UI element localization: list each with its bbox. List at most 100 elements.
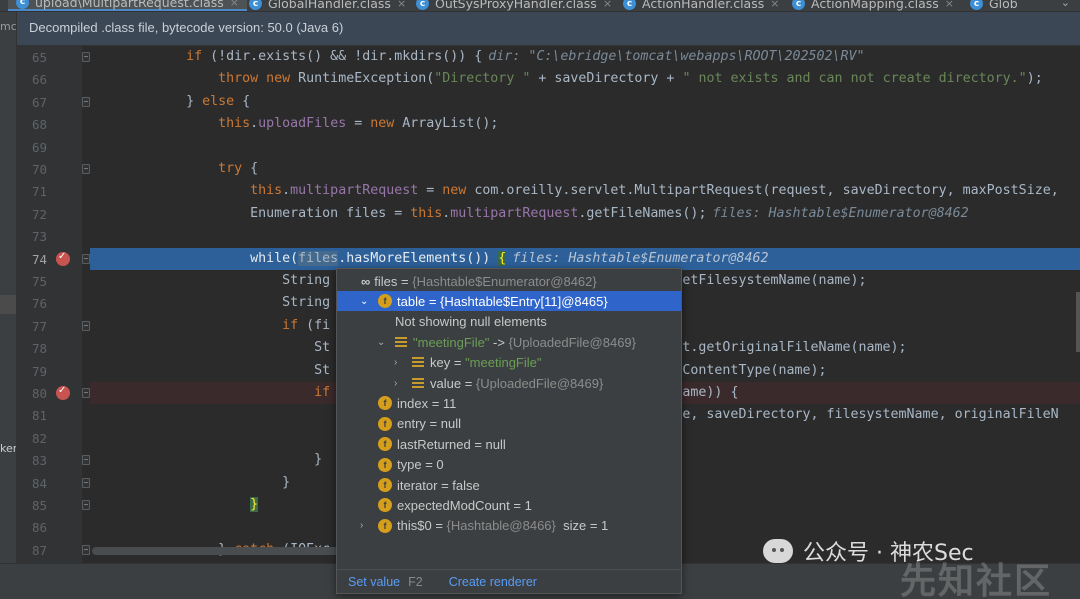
close-tab-icon[interactable]: × <box>397 0 406 10</box>
breakpoint-icon[interactable] <box>56 251 70 266</box>
line-number[interactable]: 78 <box>17 341 47 356</box>
tabs-overflow-chevron-icon[interactable]: ⌄ <box>1061 0 1070 9</box>
code-line[interactable] <box>90 225 1080 247</box>
expand-right-icon[interactable]: › <box>394 357 404 368</box>
line-number[interactable]: 76 <box>17 296 47 311</box>
code-token: Enumeration files = <box>90 205 411 221</box>
variable-tree-row[interactable]: f entry = null <box>337 414 681 434</box>
code-line[interactable]: Enumeration files = this.multipartReques… <box>90 203 1080 225</box>
code-token: } <box>90 474 291 490</box>
set-value-shortcut: F2 <box>408 574 423 589</box>
line-number[interactable]: 68 <box>17 117 47 132</box>
editor-tab[interactable]: c ActionHandler.class × <box>615 0 787 11</box>
fold-marker-icon[interactable] <box>82 320 90 331</box>
code-token: while <box>250 250 291 266</box>
fold-marker-icon[interactable] <box>82 52 90 62</box>
line-number[interactable]: 85 <box>17 498 47 513</box>
variable-tree-row[interactable]: ⌄ "meetingFile" -> {UploadedFile@8469} <box>337 332 681 352</box>
variable-tree-row[interactable]: › key = "meetingFile" <box>337 353 681 373</box>
editor-tab[interactable]: c OutSysProxyHandler.class × <box>408 0 620 11</box>
field-icon: f <box>378 437 392 452</box>
fold-marker-icon[interactable] <box>82 96 90 107</box>
fold-marker-icon[interactable] <box>82 164 90 174</box>
close-tab-icon[interactable]: × <box>770 0 779 10</box>
code-token: multipartRequest <box>450 205 579 221</box>
variable-tree-row[interactable]: Not showing null elements <box>337 312 681 332</box>
code-line[interactable]: if (!dir.exists() && !dir.mkdirs()) {dir… <box>90 46 1080 68</box>
current-execution-line[interactable]: while(files.hasMoreElements()) {files: H… <box>90 247 1080 270</box>
code-line[interactable] <box>90 136 1080 158</box>
code-token: (!dir.exists() && !dir.mkdirs()) { <box>202 49 483 64</box>
set-value-link[interactable]: Set value <box>348 575 400 589</box>
line-number[interactable]: 70 <box>17 162 47 177</box>
fold-marker-icon[interactable] <box>82 477 90 488</box>
variable-tree-row[interactable]: ⌄ f table = {Hashtable$Entry[11]@8465} <box>337 291 681 312</box>
line-number[interactable]: 82 <box>17 431 47 446</box>
variable-separator: = <box>509 497 525 513</box>
variable-tree-row[interactable]: › value = {UploadedFile@8469} <box>337 373 681 393</box>
line-number[interactable]: 87 <box>17 543 47 558</box>
line-number[interactable]: 67 <box>17 95 47 110</box>
line-number[interactable]: 69 <box>17 140 47 155</box>
line-number[interactable]: 65 <box>17 50 47 65</box>
expand-down-icon[interactable]: ⌄ <box>377 337 387 348</box>
line-number[interactable]: 72 <box>17 207 47 222</box>
code-token: { <box>242 161 259 176</box>
editor-tab[interactable]: c GlobalHandler.class × <box>241 0 414 11</box>
horizontal-scrollbar-thumb[interactable] <box>92 547 352 555</box>
fold-marker-icon[interactable] <box>82 388 90 398</box>
expand-down-icon[interactable]: ⌄ <box>360 296 370 307</box>
left-strip-mid-text: ker <box>0 442 17 455</box>
vertical-scrollbar-marker[interactable] <box>1076 292 1080 352</box>
variable-tree-row[interactable]: f type = 0 <box>337 455 681 475</box>
code-line[interactable]: try { <box>90 158 1080 180</box>
variable-name: lastReturned <box>397 436 471 452</box>
entry-list-icon <box>395 336 407 348</box>
code-token: = <box>346 116 371 132</box>
editor-tab[interactable]: c upload\MultipartRequest.class × <box>8 0 247 11</box>
expand-right-icon[interactable]: › <box>394 378 404 389</box>
line-number[interactable]: 73 <box>17 229 47 244</box>
expand-right-icon[interactable]: › <box>360 520 370 531</box>
line-number[interactable]: 81 <box>17 408 47 423</box>
breakpoint-icon[interactable] <box>56 385 70 400</box>
line-number[interactable]: 83 <box>17 453 47 468</box>
line-number[interactable]: 74 <box>17 252 47 267</box>
close-tab-icon[interactable]: × <box>945 0 954 10</box>
code-token: this <box>410 205 443 221</box>
field-icon: f <box>378 478 392 492</box>
editor-tab[interactable]: c Glob <box>962 0 1026 11</box>
code-line[interactable]: this.multipartRequest = new com.oreilly.… <box>90 180 1080 202</box>
code-token: if <box>282 317 299 333</box>
code-token: + saveDirectory + <box>530 71 683 87</box>
variable-tree-row[interactable]: f index = 11 <box>337 393 681 413</box>
line-number[interactable]: 77 <box>17 319 47 334</box>
variable-tree-row[interactable]: ∞ files = {Hashtable$Enumerator@8462} <box>337 271 681 291</box>
line-number[interactable]: 86 <box>17 520 47 535</box>
fold-marker-icon[interactable] <box>82 500 90 510</box>
fold-marker-icon[interactable] <box>82 544 90 555</box>
line-number[interactable]: 66 <box>17 72 47 87</box>
variable-tree-row[interactable]: › f this$0 = {Hashtable@8466} size = 1 <box>337 516 681 536</box>
line-number[interactable]: 75 <box>17 274 47 289</box>
create-renderer-link[interactable]: Create renderer <box>449 575 537 589</box>
code-line[interactable]: this.uploadFiles = new ArrayList(); <box>90 113 1080 135</box>
line-number[interactable]: 80 <box>17 386 47 401</box>
code-line[interactable]: } else { <box>90 91 1080 113</box>
variable-tree-row[interactable]: f lastReturned = null <box>337 434 681 454</box>
variable-tree-row[interactable]: f expectedModCount = 1 <box>337 495 681 515</box>
variable-tree-row[interactable]: f iterator = false <box>337 475 681 495</box>
variable-value: null <box>440 416 461 432</box>
fold-marker-icon[interactable] <box>82 455 90 466</box>
fold-marker-icon[interactable] <box>82 253 90 264</box>
close-tab-icon[interactable]: × <box>230 0 239 9</box>
close-tab-icon[interactable]: × <box>603 0 612 10</box>
code-token: { <box>498 250 507 266</box>
debug-variable-popup[interactable]: Set value F2 Create renderer ∞ files = {H… <box>336 268 682 594</box>
code-line[interactable]: throw new RuntimeException("Directory " … <box>90 68 1080 90</box>
line-number[interactable]: 84 <box>17 476 47 491</box>
line-number[interactable]: 71 <box>17 184 47 199</box>
line-number[interactable]: 79 <box>17 364 47 379</box>
editor-tab[interactable]: c ActionMapping.class × <box>784 0 962 11</box>
